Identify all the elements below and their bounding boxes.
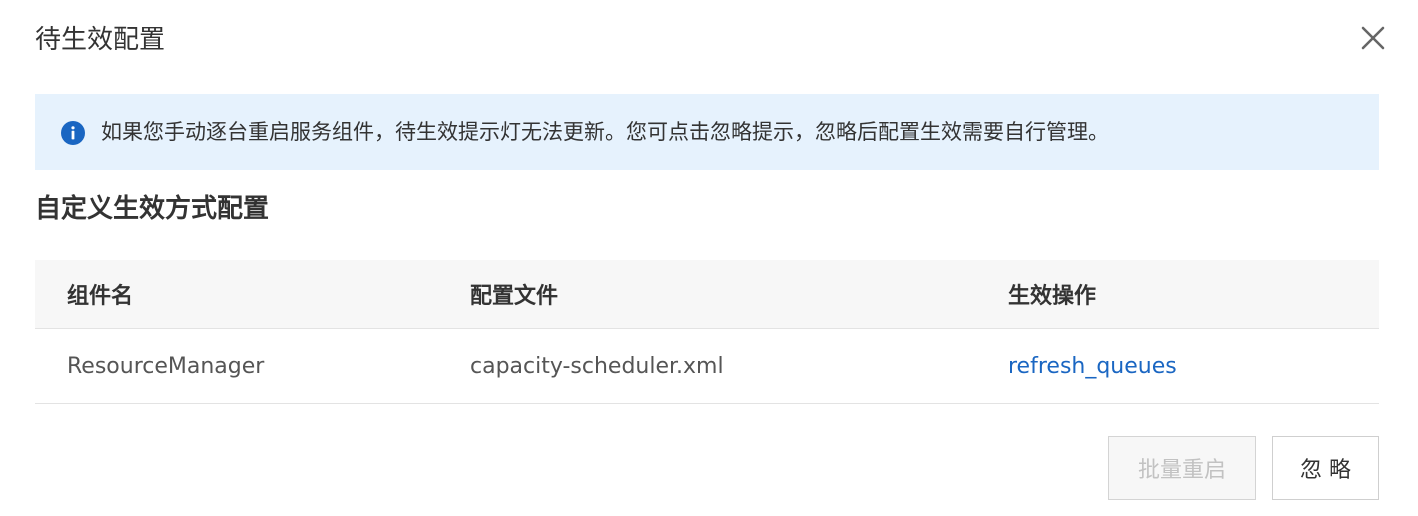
config-table: 组件名 配置文件 生效操作 ResourceManager capacity-s… (35, 260, 1379, 404)
cell-component-name: ResourceManager (67, 353, 265, 379)
section-title: 自定义生效方式配置 (35, 194, 270, 224)
cell-config-file: capacity-scheduler.xml (470, 353, 724, 379)
pending-config-dialog: 待生效配置 如果您手动逐台重启服务组件，待生效提示灯无法更新。您可点击忽略提示，… (0, 0, 1418, 516)
header-component-name: 组件名 (67, 284, 134, 309)
info-alert: 如果您手动逐台重启服务组件，待生效提示灯无法更新。您可点击忽略提示，忽略后配置生… (35, 94, 1379, 170)
close-icon[interactable] (1355, 20, 1391, 56)
refresh-queues-link[interactable]: refresh_queues (1008, 329, 1177, 403)
table-header: 组件名 配置文件 生效操作 (35, 260, 1379, 329)
alert-message: 如果您手动逐台重启服务组件，待生效提示灯无法更新。您可点击忽略提示，忽略后配置生… (101, 120, 1109, 144)
batch-restart-button[interactable]: 批量重启 (1108, 436, 1256, 500)
ignore-button[interactable]: 忽 略 (1272, 436, 1379, 500)
header-config-file: 配置文件 (470, 284, 559, 309)
dialog-title: 待生效配置 (35, 25, 166, 55)
table-row: ResourceManager capacity-scheduler.xml r… (35, 329, 1379, 404)
info-icon (61, 121, 85, 145)
header-effective-action: 生效操作 (1008, 284, 1097, 309)
